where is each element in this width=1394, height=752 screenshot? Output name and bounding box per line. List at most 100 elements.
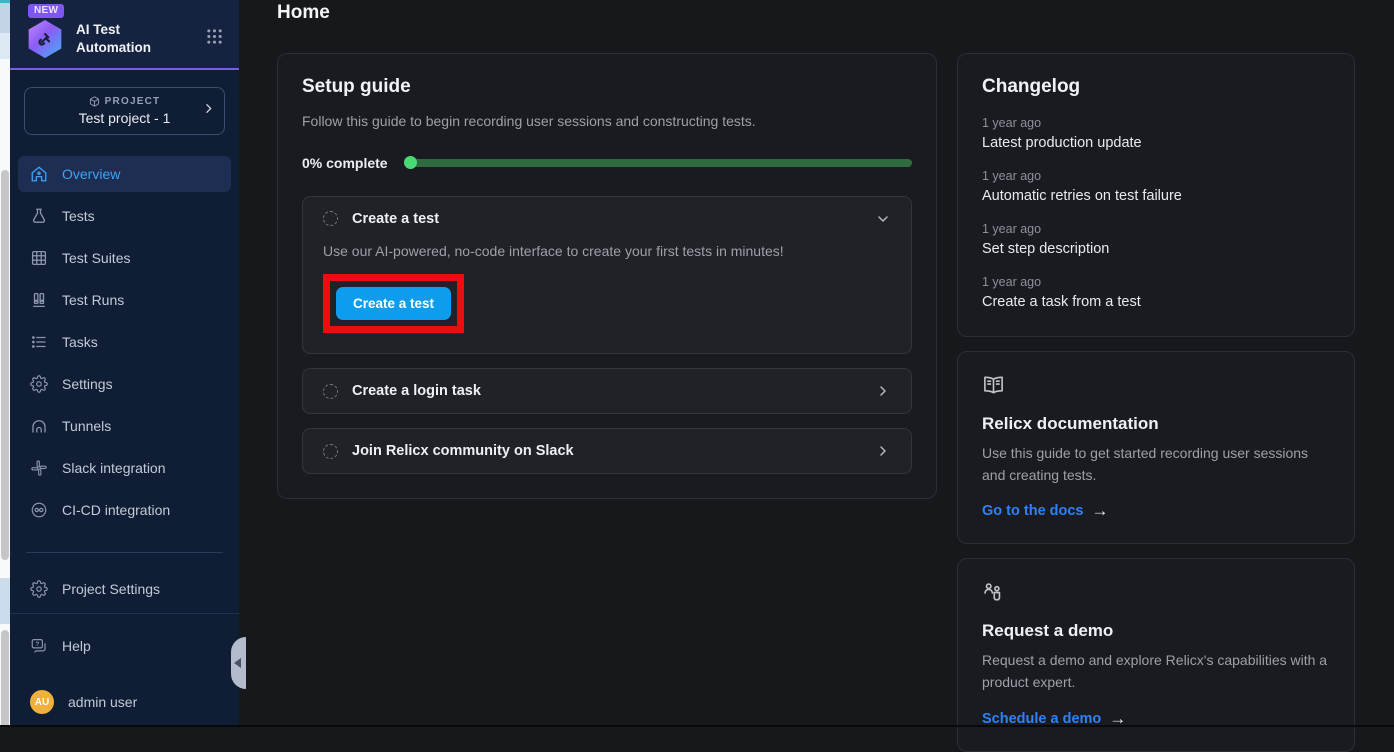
sidebar-item-label: CI-CD integration <box>62 502 170 518</box>
sidebar-nav: Overview Tests Test Suites Test Runs <box>18 156 231 534</box>
sidebar-item-tunnels[interactable]: Tunnels <box>18 408 231 444</box>
setup-steps: Create a test Use our AI-powered, no-cod… <box>302 196 912 475</box>
incomplete-step-icon <box>323 384 338 399</box>
book-icon <box>982 384 1005 401</box>
arrow-right-icon: → <box>1092 501 1109 521</box>
step-header[interactable]: Create a login task <box>303 369 911 413</box>
sidebar-divider <box>26 552 223 553</box>
columns-icon <box>30 291 48 309</box>
changelog-card: Changelog 1 year ago Latest production u… <box>957 53 1355 337</box>
sidebar-item-label: Help <box>62 638 91 654</box>
sidebar-item-label: Slack integration <box>62 460 166 476</box>
setup-progress: 0% complete <box>302 155 912 171</box>
step-title: Create a test <box>352 211 439 227</box>
help-chat-icon: ? <box>30 637 48 655</box>
project-selector[interactable]: PROJECT Test project - 1 <box>24 87 225 135</box>
app-switcher-grid-icon[interactable] <box>206 28 223 50</box>
cube-icon <box>89 96 100 107</box>
background-segment <box>0 3 10 33</box>
app-logo-icon <box>26 20 64 58</box>
tunnel-icon <box>30 417 48 435</box>
sidebar: NEW AI Test Automation PRO <box>10 0 239 727</box>
chevron-left-icon <box>234 658 241 668</box>
grid-icon <box>30 249 48 267</box>
background-segment <box>0 33 10 59</box>
home-icon <box>30 165 48 183</box>
action-highlight-box: Create a test <box>323 274 464 333</box>
step-description: Use our AI-powered, no-code interface to… <box>323 241 891 263</box>
sidebar-item-slack-integration[interactable]: Slack integration <box>18 450 231 486</box>
gear-icon <box>30 580 48 598</box>
list-icon <box>30 333 48 351</box>
progress-bar <box>404 159 912 167</box>
progress-label: 0% complete <box>302 155 388 171</box>
gear-icon <box>30 375 48 393</box>
cicd-icon <box>30 501 48 519</box>
sidebar-item-help[interactable]: ? Help <box>18 628 231 664</box>
sidebar-item-label: Settings <box>62 376 113 392</box>
changelog-time: 1 year ago <box>982 169 1330 183</box>
chevron-right-icon <box>875 383 891 399</box>
changelog-time: 1 year ago <box>982 222 1330 236</box>
sidebar-item-label: Test Suites <box>62 250 130 266</box>
background-scrollbar-thumb <box>1 170 9 560</box>
new-badge: NEW <box>28 4 64 18</box>
sidebar-item-label: Test Runs <box>62 292 124 308</box>
changelog-entry-title: Create a task from a test <box>982 294 1330 310</box>
setup-step-join-slack-community: Join Relicx community on Slack <box>302 428 912 474</box>
create-a-test-button[interactable]: Create a test <box>336 287 451 320</box>
sidebar-item-tasks[interactable]: Tasks <box>18 324 231 360</box>
sidebar-item-label: Project Settings <box>62 581 160 597</box>
sidebar-item-cicd-integration[interactable]: CI-CD integration <box>18 492 231 528</box>
step-header[interactable]: Create a test <box>303 197 911 241</box>
sidebar-header: NEW AI Test Automation <box>10 0 239 70</box>
right-column: Changelog 1 year ago Latest production u… <box>957 53 1355 752</box>
step-header[interactable]: Join Relicx community on Slack <box>303 429 911 473</box>
svg-text:?: ? <box>35 641 39 648</box>
setup-guide-subtitle: Follow this guide to begin recording use… <box>302 111 912 133</box>
background-scrollbar-thumb <box>1 630 9 727</box>
sidebar-item-tests[interactable]: Tests <box>18 198 231 234</box>
documentation-description: Use this guide to get started recording … <box>982 443 1330 486</box>
changelog-entry-title: Set step description <box>982 241 1330 257</box>
request-demo-description: Request a demo and explore Relicx's capa… <box>982 650 1330 693</box>
setup-guide-card: Setup guide Follow this guide to begin r… <box>277 53 937 499</box>
chevron-right-icon <box>875 443 891 459</box>
flask-icon <box>30 207 48 225</box>
request-demo-title: Request a demo <box>982 621 1330 641</box>
setup-step-create-a-login-task: Create a login task <box>302 368 912 414</box>
background-segment <box>0 578 10 624</box>
sidebar-collapse-handle[interactable] <box>231 637 246 689</box>
sidebar-item-project-settings[interactable]: Project Settings <box>18 571 231 607</box>
documentation-title: Relicx documentation <box>982 414 1330 434</box>
sidebar-item-overview[interactable]: Overview <box>18 156 231 192</box>
go-to-docs-link[interactable]: Go to the docs → <box>982 501 1330 521</box>
page-title: Home <box>277 2 1355 24</box>
background-window-sliver[interactable] <box>0 0 10 727</box>
app-logo-row[interactable]: AI Test Automation <box>26 20 223 58</box>
sidebar-item-settings[interactable]: Settings <box>18 366 231 402</box>
changelog-time: 1 year ago <box>982 275 1330 289</box>
chevron-right-icon <box>202 102 215 120</box>
incomplete-step-icon <box>323 211 338 226</box>
project-name: Test project - 1 <box>35 110 214 126</box>
user-name: admin user <box>68 694 137 710</box>
changelog-title: Changelog <box>982 76 1330 98</box>
progress-knob <box>404 156 417 169</box>
changelog-entry[interactable]: 1 year ago Set step description <box>982 222 1330 257</box>
changelog-entry[interactable]: 1 year ago Create a task from a test <box>982 275 1330 310</box>
documentation-card: Relicx documentation Use this guide to g… <box>957 351 1355 544</box>
changelog-entry[interactable]: 1 year ago Automatic retries on test fai… <box>982 169 1330 204</box>
sidebar-item-test-suites[interactable]: Test Suites <box>18 240 231 276</box>
main-content: Home Setup guide Follow this guide to be… <box>239 0 1394 727</box>
sidebar-item-label: Tunnels <box>62 418 111 434</box>
slack-icon <box>30 459 48 477</box>
user-menu[interactable]: AU admin user <box>18 684 231 720</box>
changelog-entry[interactable]: 1 year ago Latest production update <box>982 116 1330 151</box>
request-demo-card: Request a demo Request a demo and explor… <box>957 558 1355 751</box>
changelog-time: 1 year ago <box>982 116 1330 130</box>
changelog-entry-title: Automatic retries on test failure <box>982 188 1330 204</box>
sidebar-item-test-runs[interactable]: Test Runs <box>18 282 231 318</box>
sidebar-item-label: Overview <box>62 166 120 182</box>
sidebar-bottom-section: ? Help AU admin user <box>10 613 239 736</box>
